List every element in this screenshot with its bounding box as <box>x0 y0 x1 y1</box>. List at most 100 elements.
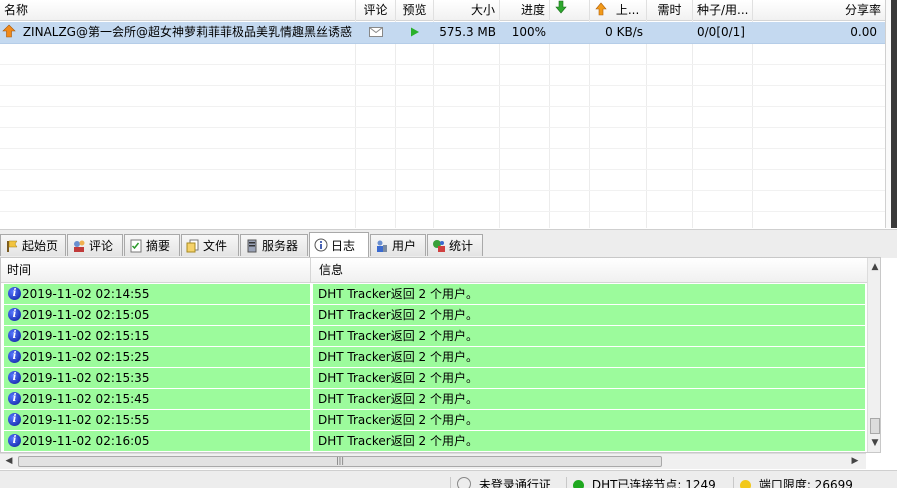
log-time: 2019-11-02 02:15:25 <box>22 350 150 364</box>
tab-files-label: 文件 <box>203 239 228 253</box>
scroll-left-arrow-icon[interactable]: ◀ <box>2 454 16 468</box>
comment-cell[interactable] <box>356 22 396 43</box>
user-icon <box>375 239 389 253</box>
torrent-row[interactable]: ZINALZG@第一会所@超女神萝莉菲菲极品美乳情趣黑丝诱惑 575.3 MB … <box>0 22 885 44</box>
tab-statistics-label: 统计 <box>449 239 474 253</box>
scroll-up-arrow-icon[interactable]: ▲ <box>868 260 880 274</box>
log-time: 2019-11-02 02:15:45 <box>22 392 150 406</box>
detail-tab-bar: 起始页 评论 摘要 文件 服务器 日志 用户 统计 <box>0 229 897 258</box>
column-header-seeds-peers[interactable]: 种子/用... <box>693 0 753 20</box>
log-vertical-scrollbar[interactable]: ▲ ▼ <box>867 258 880 452</box>
log-time: 2019-11-02 02:16:05 <box>22 434 150 448</box>
upload-speed-cell: 0 KB/s <box>605 25 643 39</box>
torrent-name: ZINALZG@第一会所@超女神萝莉菲菲极品美乳情趣黑丝诱惑 <box>22 25 352 39</box>
log-header: 时间 信息 <box>1 258 867 283</box>
torrent-name-cell: ZINALZG@第一会所@超女神萝莉菲菲极品美乳情趣黑丝诱惑 <box>0 22 356 43</box>
horizontal-scroll-thumb[interactable]: ||| <box>18 456 662 467</box>
tab-comments[interactable]: 评论 <box>67 234 123 256</box>
tab-summary[interactable]: 摘要 <box>124 234 180 256</box>
info-icon <box>314 238 328 252</box>
tab-comments-label: 评论 <box>89 239 114 253</box>
log-message: DHT Tracker返回 2 个用户。 <box>313 368 865 388</box>
file-icon <box>186 239 200 253</box>
tab-users[interactable]: 用户 <box>370 234 426 256</box>
tab-summary-label: 摘要 <box>146 239 171 253</box>
column-header-progress[interactable]: 进度 <box>500 0 550 20</box>
grid-line <box>589 20 590 228</box>
info-icon: i <box>8 287 21 300</box>
envelope-icon <box>369 23 383 43</box>
grid-line <box>646 20 647 228</box>
log-row[interactable]: i 2019-11-02 02:16:05 DHT Tracker返回 2 个用户… <box>1 430 867 451</box>
column-header-eta[interactable]: 需时 <box>647 0 693 20</box>
column-header-ratio[interactable]: 分享率 <box>753 0 885 20</box>
row-line <box>0 148 885 149</box>
log-column-time[interactable]: 时间 <box>1 258 311 282</box>
tab-statistics[interactable]: 统计 <box>427 234 483 256</box>
upload-arrow-icon <box>594 2 608 20</box>
log-row[interactable]: i 2019-11-02 02:15:45 DHT Tracker返回 2 个用户… <box>1 388 867 409</box>
grid-line <box>549 20 550 228</box>
scroll-down-arrow-icon[interactable]: ▼ <box>868 436 880 450</box>
log-panel[interactable]: 时间 信息 i 2019-11-02 02:14:55 DHT Tracker返回… <box>0 257 881 453</box>
log-message: DHT Tracker返回 2 个用户。 <box>313 284 865 304</box>
server-icon <box>245 239 259 253</box>
eta-cell <box>647 22 693 43</box>
log-message: DHT Tracker返回 2 个用户。 <box>313 431 865 451</box>
info-icon: i <box>8 371 21 384</box>
tab-servers[interactable]: 服务器 <box>240 234 308 256</box>
log-row[interactable]: i 2019-11-02 02:15:35 DHT Tracker返回 2 个用户… <box>1 367 867 388</box>
log-time: 2019-11-02 02:15:35 <box>22 371 150 385</box>
row-line <box>0 85 885 86</box>
row-line <box>0 64 885 65</box>
column-header-upload-speed[interactable]: 上... <box>590 0 647 20</box>
log-row[interactable]: i 2019-11-02 02:15:15 DHT Tracker返回 2 个用户… <box>1 325 867 346</box>
login-icon <box>457 477 471 488</box>
tab-home[interactable]: 起始页 <box>0 234 66 256</box>
tab-log-label: 日志 <box>331 238 356 253</box>
log-horizontal-scrollbar[interactable]: ◀ ||| ▶ <box>0 453 866 469</box>
home-page-icon <box>5 239 19 253</box>
grid-line <box>395 20 396 228</box>
scroll-right-arrow-icon[interactable]: ▶ <box>848 454 862 468</box>
progress-cell: 100% <box>511 25 546 39</box>
info-icon: i <box>8 329 21 342</box>
status-login[interactable]: 未登录通行证 <box>450 477 551 488</box>
log-row[interactable]: i 2019-11-02 02:15:55 DHT Tracker返回 2 个用户… <box>1 409 867 430</box>
seeding-up-arrow-icon <box>2 24 16 43</box>
row-line <box>0 211 885 212</box>
download-arrow-icon <box>554 0 568 20</box>
log-time-cell: i 2019-11-02 02:15:35 <box>4 368 310 388</box>
log-message: DHT Tracker返回 2 个用户。 <box>313 389 865 409</box>
status-dht: DHT已连接节点: 1249 <box>566 477 716 488</box>
row-line <box>0 190 885 191</box>
tab-users-label: 用户 <box>392 239 417 253</box>
column-header-comment[interactable]: 评论 <box>356 0 396 20</box>
window-edge <box>891 0 897 228</box>
column-header-name[interactable]: 名称 <box>0 0 356 20</box>
grid-line <box>692 20 693 228</box>
column-header-size[interactable]: 大小 <box>434 0 500 20</box>
grid-line <box>752 20 753 228</box>
log-time: 2019-11-02 02:15:15 <box>22 329 150 343</box>
log-column-message[interactable]: 信息 <box>313 258 343 282</box>
log-time-cell: i 2019-11-02 02:15:15 <box>4 326 310 346</box>
tab-files[interactable]: 文件 <box>181 234 239 256</box>
status-bar: 未登录通行证 DHT已连接节点: 1249 端口限度: 26699 <box>0 470 897 488</box>
column-header-preview[interactable]: 预览 <box>396 0 434 20</box>
log-row[interactable]: i 2019-11-02 02:15:25 DHT Tracker返回 2 个用户… <box>1 346 867 367</box>
info-icon: i <box>8 392 21 405</box>
torrent-list[interactable]: 名称 评论 预览 大小 进度 上... 需时 种子/用... 分享率 ZINAL… <box>0 0 885 228</box>
column-header-download-speed[interactable] <box>550 0 590 20</box>
preview-cell[interactable] <box>396 22 434 43</box>
info-icon: i <box>8 434 21 447</box>
log-message: DHT Tracker返回 2 个用户。 <box>313 326 865 346</box>
vertical-scroll-thumb[interactable] <box>870 418 880 434</box>
ratio-cell: 0.00 <box>850 25 877 39</box>
tab-log[interactable]: 日志 <box>309 232 369 257</box>
log-row[interactable]: i 2019-11-02 02:15:05 DHT Tracker返回 2 个用户… <box>1 304 867 325</box>
log-time-cell: i 2019-11-02 02:15:05 <box>4 305 310 325</box>
log-row[interactable]: i 2019-11-02 02:14:55 DHT Tracker返回 2 个用户… <box>1 283 867 304</box>
log-time-cell: i 2019-11-02 02:14:55 <box>4 284 310 304</box>
download-speed-cell <box>550 22 590 43</box>
